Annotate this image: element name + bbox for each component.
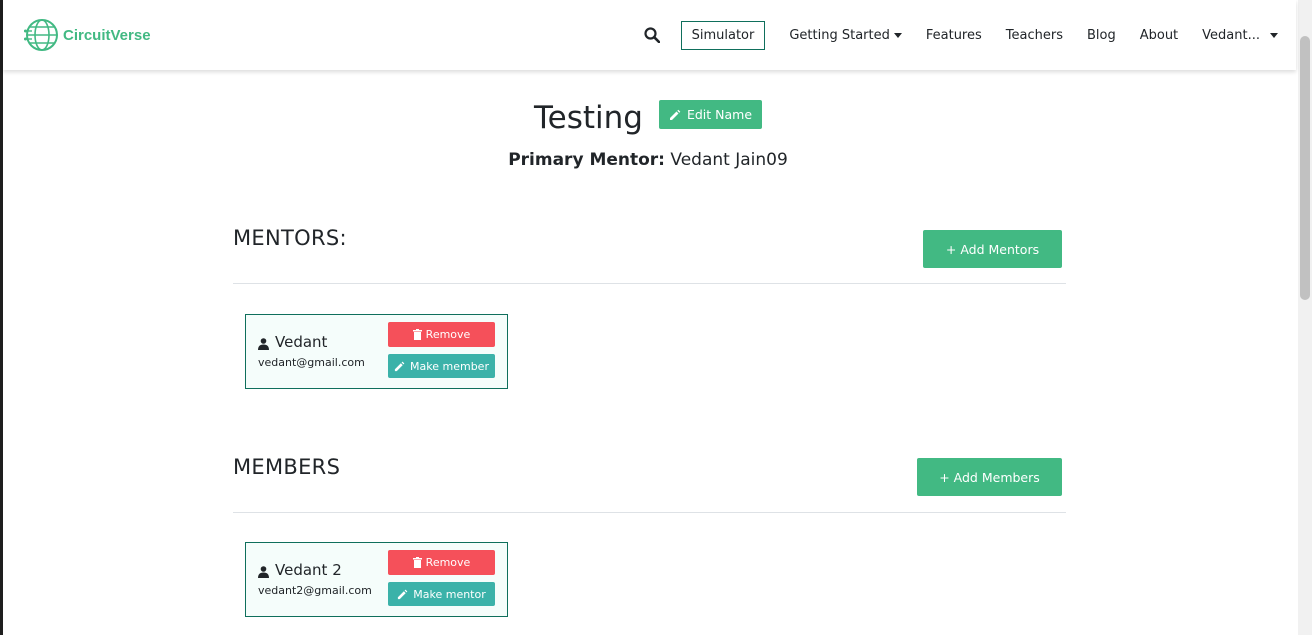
search-icon: [643, 27, 660, 43]
edit-name-button[interactable]: Edit Name: [658, 100, 763, 129]
trash-icon: [412, 557, 422, 568]
brand-link[interactable]: CircuitVerse: [24, 17, 151, 53]
primary-mentor-name: Vedant Jain09: [670, 150, 788, 170]
member-card: Vedant 2 vedant2@gmail.com Remove Make m…: [245, 542, 508, 617]
member-name: Vedant 2: [258, 561, 342, 579]
section-divider: [233, 283, 1066, 284]
mentor-name-text: Vedant: [275, 333, 328, 351]
user-icon: [258, 338, 269, 350]
remove-label: Remove: [425, 328, 471, 341]
section-divider: [233, 512, 1066, 513]
primary-mentor-label: Primary Mentor:: [508, 150, 665, 170]
pencil-icon: [398, 589, 408, 599]
edit-name-label: Edit Name: [686, 107, 753, 122]
add-members-button[interactable]: + Add Members: [917, 458, 1062, 496]
nav-menu: Simulator Getting Started Features Teach…: [641, 20, 1278, 50]
nav-about[interactable]: About: [1140, 28, 1178, 43]
brand-name: CircuitVerse: [63, 26, 151, 44]
make-member-button[interactable]: Make member: [388, 354, 495, 378]
member-email: vedant2@gmail.com: [258, 584, 372, 597]
trash-icon: [412, 329, 422, 340]
user-menu-label: Vedant...: [1202, 27, 1260, 43]
window-edge: [0, 0, 3, 635]
remove-member-button[interactable]: Remove: [388, 550, 495, 575]
nav-getting-started[interactable]: Getting Started: [789, 28, 902, 43]
mentor-card: Vedant vedant@gmail.com Remove Make memb…: [245, 314, 508, 389]
nav-teachers[interactable]: Teachers: [1006, 28, 1063, 43]
caret-down-icon: [1270, 32, 1278, 38]
remove-mentor-button[interactable]: Remove: [388, 322, 495, 347]
primary-mentor: Primary Mentor: Vedant Jain09: [0, 150, 1296, 170]
mentors-title: MENTORS:: [233, 226, 347, 250]
pencil-icon: [394, 361, 405, 371]
member-name-text: Vedant 2: [275, 561, 342, 579]
scrollbar-thumb[interactable]: [1300, 36, 1310, 300]
group-title: Testing: [533, 100, 643, 136]
caret-down-icon: [893, 32, 902, 38]
simulator-button[interactable]: Simulator: [680, 20, 766, 50]
mentor-email: vedant@gmail.com: [258, 356, 365, 369]
group-header: Testing Edit Name: [0, 100, 1296, 136]
make-member-label: Make member: [410, 359, 489, 373]
nav-getting-started-label: Getting Started: [789, 27, 890, 43]
remove-label: Remove: [425, 556, 471, 569]
mentor-name: Vedant: [258, 333, 327, 351]
nav-blog[interactable]: Blog: [1087, 28, 1116, 43]
circuitverse-logo-icon: [24, 19, 58, 51]
nav-features[interactable]: Features: [926, 28, 982, 43]
user-icon: [258, 566, 269, 578]
page-scrollbar[interactable]: [1298, 0, 1312, 635]
add-mentors-button[interactable]: + Add Mentors: [923, 230, 1062, 268]
make-mentor-button[interactable]: Make mentor: [388, 582, 495, 606]
pencil-icon: [669, 109, 681, 120]
members-title: MEMBERS: [233, 455, 341, 479]
make-mentor-label: Make mentor: [413, 587, 486, 601]
search-button[interactable]: [641, 24, 663, 46]
navbar: CircuitVerse Simulator Getting Started F…: [3, 0, 1296, 70]
user-menu[interactable]: Vedant...: [1202, 28, 1278, 43]
